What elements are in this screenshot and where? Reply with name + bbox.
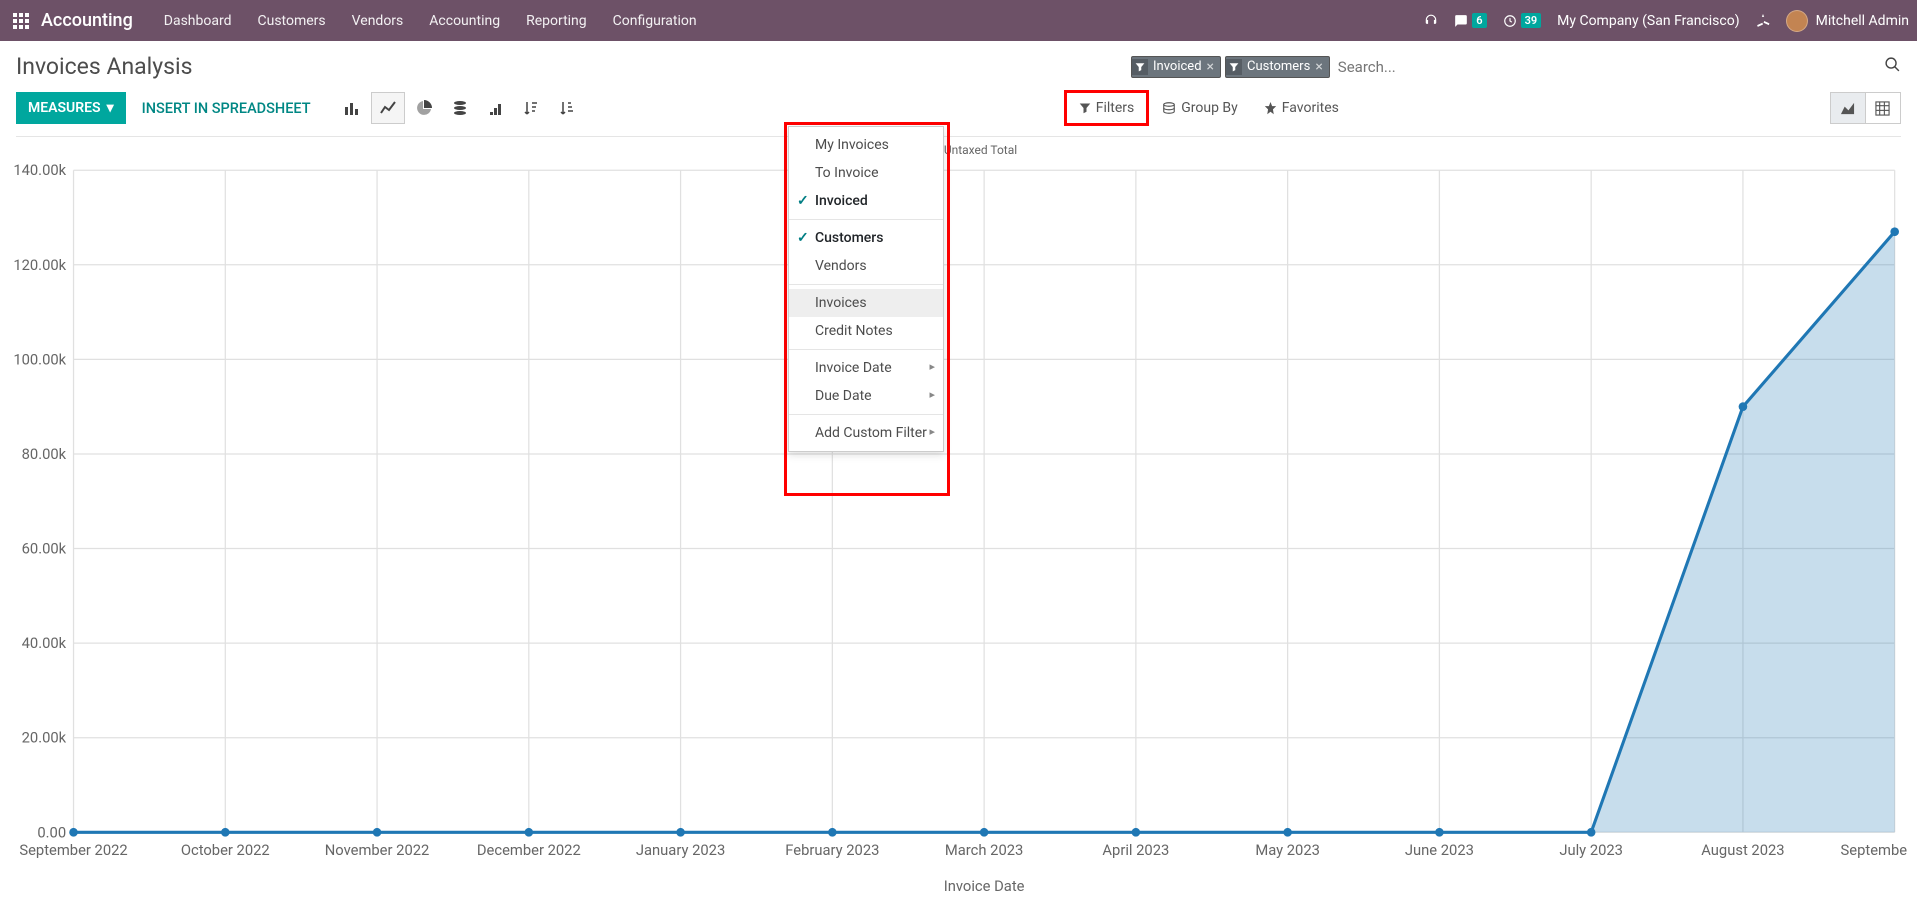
legend-label: Untaxed Total <box>944 143 1017 157</box>
svg-text:60.00k: 60.00k <box>22 539 67 557</box>
svg-text:June 2023: June 2023 <box>1405 841 1474 859</box>
apps-icon[interactable] <box>0 0 41 41</box>
search-input[interactable] <box>1334 54 1884 80</box>
sort-asc-icon[interactable] <box>479 92 513 124</box>
close-icon[interactable]: × <box>1207 59 1214 75</box>
pie-chart-icon[interactable] <box>407 92 441 124</box>
svg-text:November 2022: November 2022 <box>325 841 430 859</box>
funnel-icon <box>1132 59 1148 75</box>
bar-chart-icon[interactable] <box>335 92 369 124</box>
filter-invoices[interactable]: Invoices <box>789 289 943 317</box>
funnel-icon <box>1226 59 1242 75</box>
debug-icon[interactable] <box>1748 0 1778 41</box>
measures-label: MEASURES <box>28 100 101 116</box>
svg-text:May 2023: May 2023 <box>1255 841 1320 859</box>
close-icon[interactable]: × <box>1315 59 1322 75</box>
chart-svg: 0.00 20.00k 40.00k 60.00k 80.00k 100.00k 120.0… <box>12 139 1907 901</box>
messaging-icon[interactable]: 6 <box>1446 0 1494 41</box>
graph-view-icon[interactable] <box>1830 92 1866 124</box>
filter-my-invoices[interactable]: My Invoices <box>789 131 943 159</box>
control-panel: Invoices Analysis Invoiced × Customers ×… <box>0 41 1917 137</box>
svg-text:September 2022: September 2022 <box>19 841 127 859</box>
facet-customers[interactable]: Customers × <box>1225 56 1330 78</box>
svg-text:April 2023: April 2023 <box>1102 841 1169 859</box>
company-selector[interactable]: My Company (San Francisco) <box>1549 0 1747 41</box>
filters-button[interactable]: Filters <box>1064 90 1150 126</box>
filter-invoiced[interactable]: Invoiced <box>789 187 943 215</box>
chart-container: Untaxed Total 0.00 20.00k 40.00k 60.00k 80.0… <box>0 135 1917 921</box>
filter-customers[interactable]: Customers <box>789 224 943 252</box>
svg-text:120.00k: 120.00k <box>13 256 66 274</box>
svg-text:January 2023: January 2023 <box>636 841 725 859</box>
activities-icon[interactable]: 39 <box>1495 0 1550 41</box>
svg-text:December 2022: December 2022 <box>477 841 581 859</box>
chart-type-buttons <box>335 92 585 124</box>
facet-label: Invoiced <box>1153 59 1202 74</box>
username: Mitchell Admin <box>1816 13 1909 29</box>
nav-dashboard[interactable]: Dashboard <box>151 0 245 41</box>
svg-text:March 2023: March 2023 <box>945 841 1023 859</box>
view-switcher <box>1831 92 1901 124</box>
filter-credit-notes[interactable]: Credit Notes <box>789 317 943 345</box>
svg-text:80.00k: 80.00k <box>22 445 67 463</box>
facet-invoiced[interactable]: Invoiced × <box>1131 56 1221 78</box>
svg-text:February 2023: February 2023 <box>785 841 879 859</box>
voip-icon[interactable] <box>1416 0 1446 41</box>
pivot-view-icon[interactable] <box>1865 92 1901 124</box>
sort-asc-num-icon[interactable] <box>551 92 585 124</box>
main-navbar: Accounting Dashboard Customers Vendors A… <box>0 0 1917 41</box>
nav-accounting[interactable]: Accounting <box>416 0 513 41</box>
search-icon[interactable] <box>1884 56 1901 77</box>
stacked-icon[interactable] <box>443 92 477 124</box>
line-chart-icon[interactable] <box>371 92 405 124</box>
groupby-label: Group By <box>1181 100 1238 116</box>
activities-badge: 39 <box>1521 13 1542 28</box>
svg-text:100.00k: 100.00k <box>13 350 66 368</box>
caret-down-icon: ▾ <box>107 100 114 116</box>
svg-text:40.00k: 40.00k <box>22 634 67 652</box>
svg-text:August 2023: August 2023 <box>1701 841 1784 859</box>
svg-text:September 2023: September 2023 <box>1841 841 1907 859</box>
app-brand[interactable]: Accounting <box>41 10 151 31</box>
avatar <box>1786 10 1808 32</box>
messages-badge: 6 <box>1472 13 1486 28</box>
svg-text:0.00: 0.00 <box>37 823 66 841</box>
groupby-button[interactable]: Group By <box>1149 92 1251 124</box>
nav-reporting[interactable]: Reporting <box>513 0 600 41</box>
search-tool-buttons: Filters Group By Favorites <box>1064 90 1352 126</box>
search-bar: Invoiced × Customers × <box>1131 54 1901 80</box>
filters-dropdown: My Invoices To Invoice Invoiced Customer… <box>788 126 944 452</box>
filter-due-date[interactable]: Due Date <box>789 382 943 410</box>
user-menu[interactable]: Mitchell Admin <box>1778 0 1917 41</box>
svg-text:Invoice Date: Invoice Date <box>944 877 1025 895</box>
sort-desc-num-icon[interactable] <box>515 92 549 124</box>
svg-text:July 2023: July 2023 <box>1559 841 1623 859</box>
nav-vendors[interactable]: Vendors <box>339 0 417 41</box>
svg-text:140.00k: 140.00k <box>13 161 66 179</box>
facet-label: Customers <box>1247 59 1310 74</box>
nav-configuration[interactable]: Configuration <box>600 0 710 41</box>
measures-button[interactable]: MEASURES ▾ <box>16 92 126 124</box>
filter-add-custom[interactable]: Add Custom Filter <box>789 419 943 447</box>
nav-customers[interactable]: Customers <box>245 0 339 41</box>
filter-vendors[interactable]: Vendors <box>789 252 943 280</box>
insert-spreadsheet-button[interactable]: INSERT IN SPREADSHEET <box>132 92 321 125</box>
svg-text:20.00k: 20.00k <box>22 729 67 747</box>
svg-text:October 2022: October 2022 <box>181 841 270 859</box>
filter-invoice-date[interactable]: Invoice Date <box>789 354 943 382</box>
page-title: Invoices Analysis <box>16 53 1111 80</box>
filters-label: Filters <box>1096 100 1135 116</box>
filter-to-invoice[interactable]: To Invoice <box>789 159 943 187</box>
favorites-button[interactable]: Favorites <box>1251 92 1352 124</box>
favorites-label: Favorites <box>1282 100 1339 116</box>
